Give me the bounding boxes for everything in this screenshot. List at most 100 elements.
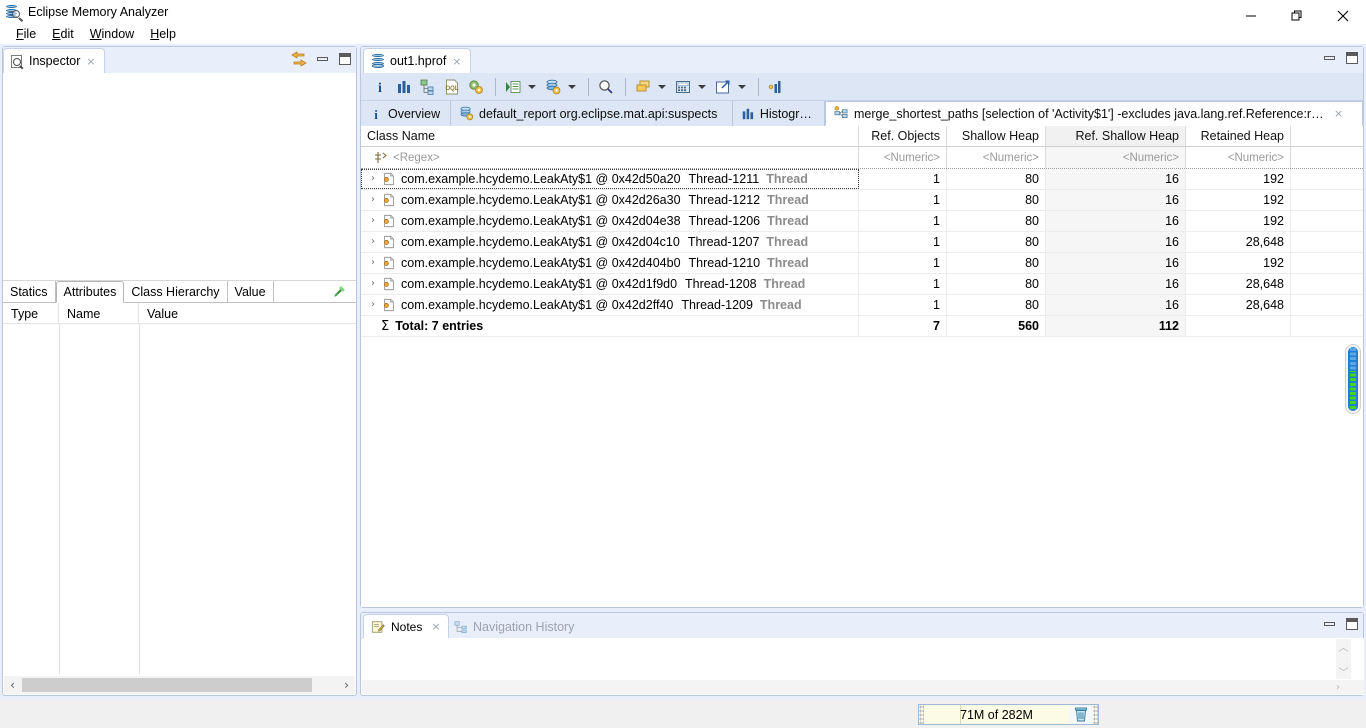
export-button[interactable] <box>712 76 734 98</box>
attr-col-value[interactable]: Value <box>139 303 356 324</box>
close-icon[interactable]: × <box>431 621 440 632</box>
notes-vertical-scrollbar[interactable]: ︿ ﹀ <box>1336 639 1351 679</box>
minimize-icon[interactable] <box>1323 617 1337 631</box>
heap-dump-gear-button[interactable] <box>542 76 564 98</box>
sub-tab-attributes[interactable]: Attributes <box>56 281 125 303</box>
menu-file[interactable]: File <box>8 26 44 42</box>
query-browser-button[interactable] <box>502 76 524 98</box>
table-row[interactable]: ›com.example.hcydemo.LeakAty$1 @ 0x42d04… <box>361 232 1363 253</box>
navigation-history-tab[interactable]: Navigation History <box>447 615 581 638</box>
inspector-tab[interactable]: Inspector × <box>3 48 105 73</box>
scroll-right-arrow[interactable]: › <box>1336 682 1340 693</box>
row-expander-icon[interactable]: › <box>371 258 382 268</box>
sub-tab-statics[interactable]: Statics <box>3 281 56 302</box>
row-expander-icon[interactable]: › <box>371 300 382 310</box>
overview-info-button[interactable]: i <box>369 76 391 98</box>
heap-grip-handle-right[interactable] <box>1093 705 1098 724</box>
maximize-icon[interactable] <box>338 52 352 66</box>
minimize-icon[interactable] <box>1323 51 1337 65</box>
table-row[interactable]: ›com.example.hcydemo.LeakAty$1 @ 0x42d26… <box>361 190 1363 211</box>
export-dropdown-arrow[interactable] <box>736 76 748 98</box>
filter-ref-shallow-heap[interactable]: <Numeric> <box>1046 147 1186 168</box>
attributes-grid[interactable] <box>3 324 356 674</box>
menu-window[interactable]: Window <box>82 26 142 42</box>
attr-grid-divider <box>139 324 140 674</box>
calculator-dropdown-arrow[interactable] <box>696 76 708 98</box>
maximize-icon[interactable] <box>1345 51 1359 65</box>
cell-ref-objects: 1 <box>859 211 947 231</box>
toolbar-separator <box>758 78 759 96</box>
trash-can-icon[interactable] <box>1069 705 1093 724</box>
table-row[interactable]: ›com.example.hcydemo.LeakAty$1 @ 0x42d2f… <box>361 295 1363 316</box>
column-header-shallow-heap[interactable]: Shallow Heap <box>947 126 1046 146</box>
filter-retained-heap[interactable]: <Numeric> <box>1186 147 1291 168</box>
notes-horizontal-scrollbar[interactable]: › <box>362 680 1364 694</box>
menu-help[interactable]: Help <box>142 26 184 42</box>
sub-tab-value[interactable]: Value <box>228 281 274 302</box>
heap-dump-dropdown-arrow[interactable] <box>566 76 578 98</box>
cell-retained-heap: 28,648 <box>1186 232 1291 252</box>
close-icon[interactable]: × <box>86 56 95 67</box>
heap-gauge-bar <box>1348 347 1358 411</box>
filter-class-name[interactable]: <Regex> <box>361 147 859 168</box>
menu-edit[interactable]: Edit <box>44 26 82 42</box>
find-button[interactable] <box>595 76 617 98</box>
scroll-up-arrow[interactable]: ︿ <box>1339 639 1349 654</box>
row-thread-tag: Thread <box>767 214 809 228</box>
query-browser-dropdown-arrow[interactable] <box>526 76 538 98</box>
heap-status-indicator[interactable]: 71M of 282M <box>918 704 1099 725</box>
dominator-tree-button[interactable] <box>417 76 439 98</box>
scroll-right-arrow[interactable]: › <box>338 679 355 691</box>
minimize-icon[interactable] <box>316 52 330 66</box>
oql-button[interactable]: OQL <box>441 76 463 98</box>
row-expander-icon[interactable]: › <box>371 237 382 247</box>
cell-retained-heap: 192 <box>1186 253 1291 273</box>
tab-default-report[interactable]: default_report org.eclipse.mat.api:suspe… <box>451 101 733 126</box>
close-icon[interactable]: × <box>1334 108 1343 119</box>
pin-icon[interactable] <box>332 285 346 299</box>
menu-help-rest: elp <box>159 27 176 41</box>
close-icon[interactable]: × <box>452 56 461 67</box>
attr-col-type[interactable]: Type <box>3 303 59 324</box>
notes-tab[interactable]: Notes × <box>363 614 449 638</box>
sub-tab-value-label: Value <box>235 285 266 299</box>
row-expander-icon[interactable]: › <box>371 216 382 226</box>
group-by-dropdown-arrow[interactable] <box>656 76 668 98</box>
scroll-down-arrow[interactable]: ﹀ <box>1339 664 1349 679</box>
filter-shallow-heap[interactable]: <Numeric> <box>947 147 1046 168</box>
row-expander-icon[interactable]: › <box>371 279 382 289</box>
tab-merge-shortest-paths[interactable]: merge_shortest_paths [selection of 'Acti… <box>825 101 1363 126</box>
tab-histogram[interactable]: Histogram <box>733 101 825 126</box>
heap-usage-gauge[interactable] <box>1345 344 1361 414</box>
window-title: Eclipse Memory Analyzer <box>28 5 168 19</box>
calculator-button[interactable] <box>672 76 694 98</box>
maximize-icon[interactable] <box>1345 617 1359 631</box>
editor-tab-out1-hprof[interactable]: out1.hprof × <box>363 48 471 73</box>
histogram-button[interactable] <box>393 76 415 98</box>
column-header-ref-objects[interactable]: Ref. Objects <box>859 126 947 146</box>
column-header-class-name[interactable]: Class Name <box>361 126 859 146</box>
heap-meter[interactable]: 71M of 282M <box>924 705 1069 724</box>
heap-status-label: 71M of 282M <box>960 708 1033 722</box>
link-arrows-icon[interactable] <box>290 51 308 67</box>
row-expander-icon[interactable]: › <box>371 174 382 184</box>
attr-col-name[interactable]: Name <box>59 303 139 324</box>
compare-button[interactable] <box>765 76 787 98</box>
scroll-thumb[interactable] <box>22 678 312 692</box>
inspector-horizontal-scrollbar[interactable]: ‹ › <box>4 676 355 694</box>
column-header-ref-shallow-heap[interactable]: Ref. Shallow Heap <box>1046 126 1186 146</box>
gears-icon[interactable] <box>465 76 487 98</box>
table-row[interactable]: ›com.example.hcydemo.LeakAty$1 @ 0x42d04… <box>361 211 1363 232</box>
filter-ref-objects[interactable]: <Numeric> <box>859 147 947 168</box>
tab-overview[interactable]: i Overview <box>361 101 451 126</box>
scroll-left-arrow[interactable]: ‹ <box>4 679 21 691</box>
column-header-retained-heap[interactable]: Retained Heap <box>1186 126 1291 146</box>
group-by-button[interactable] <box>632 76 654 98</box>
row-expander-icon[interactable]: › <box>371 195 382 205</box>
sub-tab-class-hierarchy[interactable]: Class Hierarchy <box>124 281 227 302</box>
table-row[interactable]: ›com.example.hcydemo.LeakAty$1 @ 0x42d50… <box>361 169 1363 190</box>
notes-view: Notes × Navigation History <box>360 612 1364 696</box>
table-row[interactable]: ›com.example.hcydemo.LeakAty$1 @ 0x42d40… <box>361 253 1363 274</box>
table-row[interactable]: ›com.example.hcydemo.LeakAty$1 @ 0x42d1f… <box>361 274 1363 295</box>
cell-shallow-heap: 80 <box>947 169 1046 189</box>
